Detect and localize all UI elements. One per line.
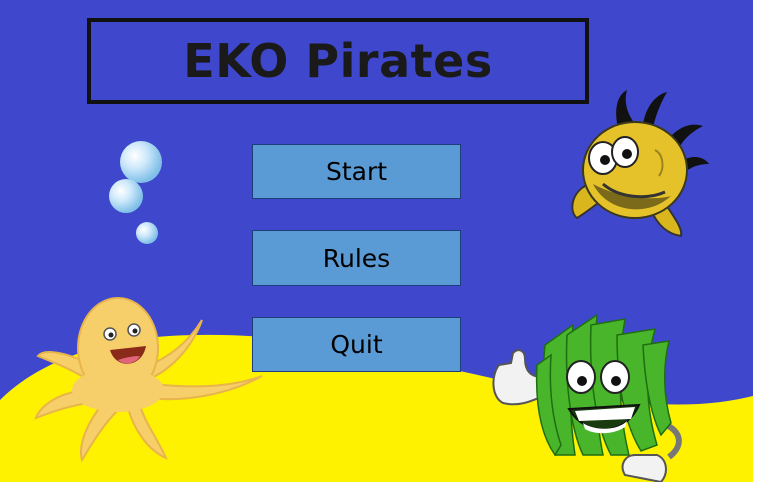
start-button[interactable]: Start — [252, 144, 461, 199]
right-edge-strip — [753, 0, 757, 482]
octopus-icon — [34, 297, 263, 463]
rules-button[interactable]: Rules — [252, 230, 461, 286]
quit-button[interactable]: Quit — [252, 317, 461, 372]
bubbles-icon — [109, 141, 162, 244]
fish-icon — [571, 90, 709, 238]
seaweed-character-icon — [492, 313, 682, 482]
title-box: EKO Pirates — [87, 18, 589, 104]
game-title: EKO Pirates — [183, 34, 493, 88]
main-menu-screen: EKO Pirates Start Rules Quit — [0, 0, 757, 482]
